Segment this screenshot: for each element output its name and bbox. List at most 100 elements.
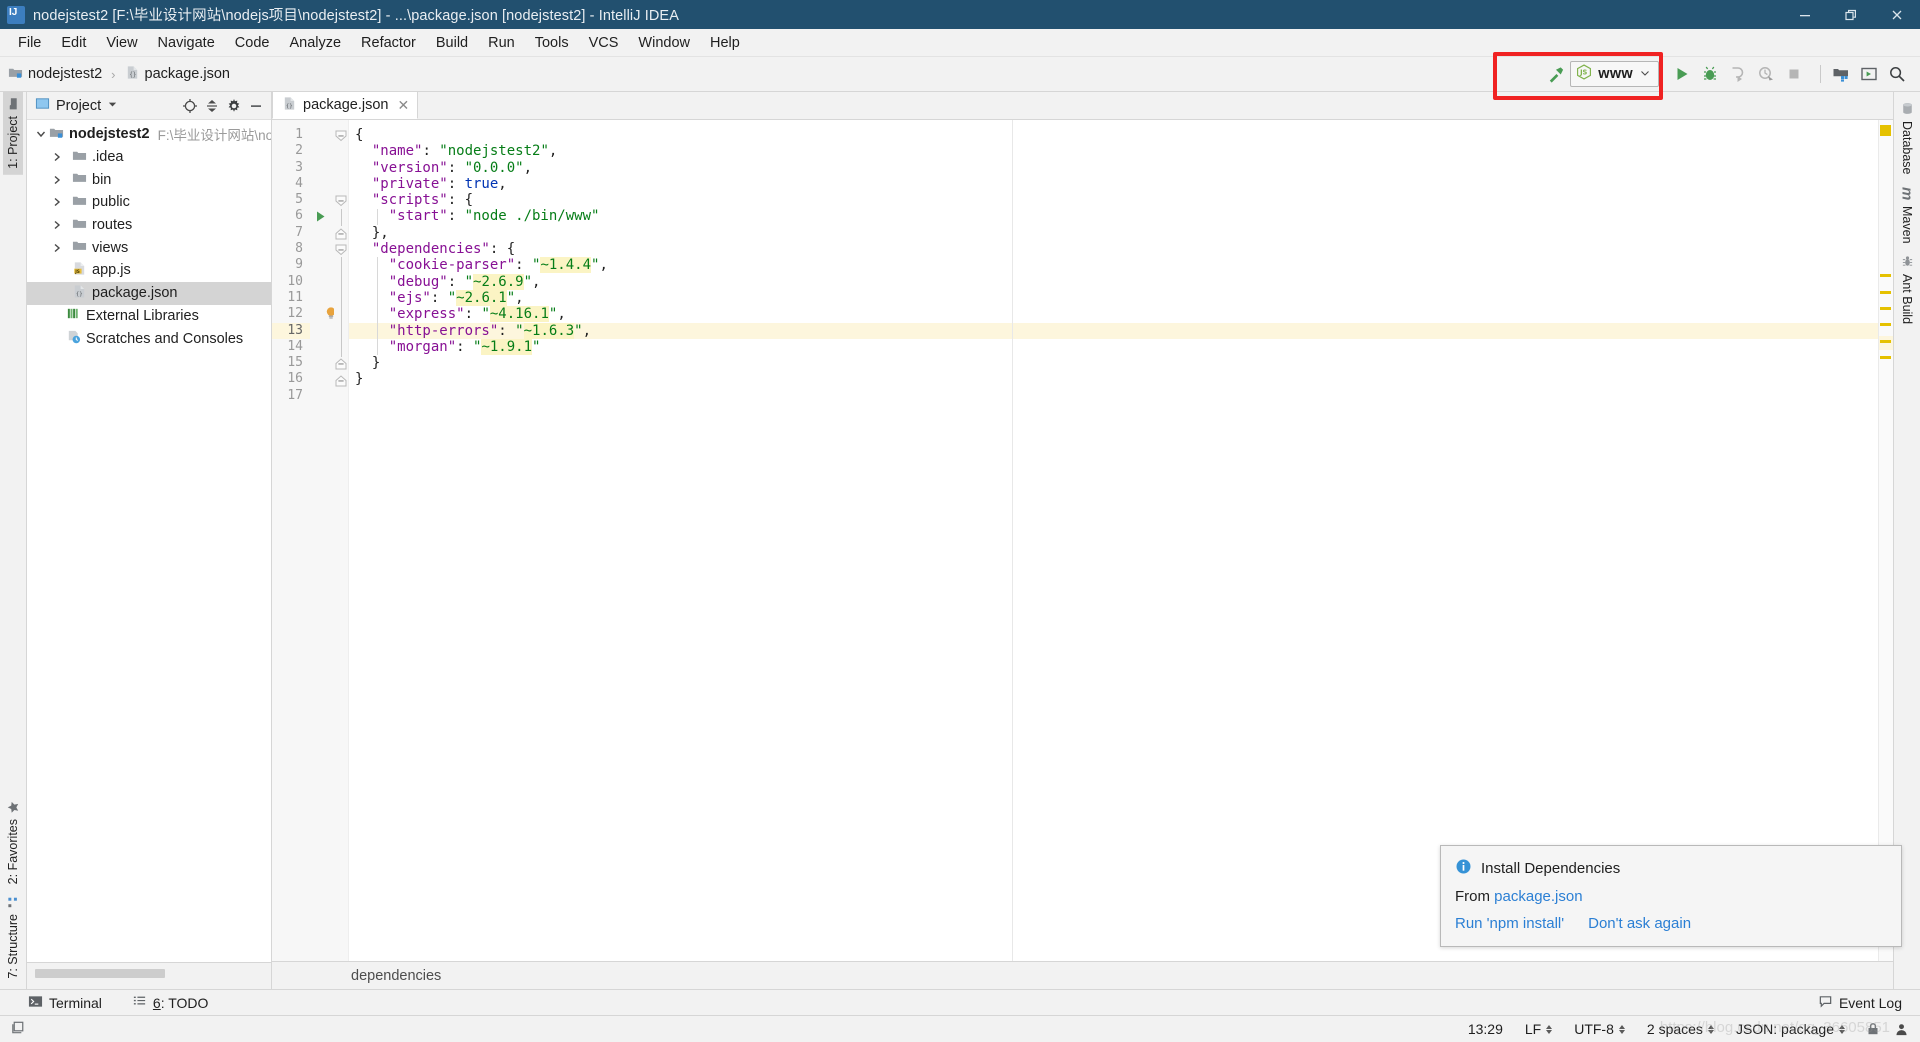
code-line[interactable]: "version": "0.0.0", bbox=[349, 160, 1878, 176]
run-npm-install-link[interactable]: Run 'npm install' bbox=[1455, 915, 1564, 932]
run-configuration-selector[interactable]: JS www bbox=[1570, 61, 1659, 87]
chevron-down-icon[interactable] bbox=[1639, 66, 1651, 83]
code-line[interactable]: "dependencies": { bbox=[349, 241, 1878, 257]
caret-position[interactable]: 13:29 bbox=[1468, 1021, 1503, 1037]
sidebar-item-ant-build[interactable]: Ant Build bbox=[1897, 249, 1917, 330]
code-line[interactable] bbox=[349, 388, 1878, 404]
code-line[interactable]: "scripts": { bbox=[349, 192, 1878, 208]
sidebar-item-database[interactable]: Database bbox=[1897, 96, 1917, 181]
chevron-collapsed-icon[interactable] bbox=[49, 197, 65, 207]
chevron-collapsed-icon[interactable] bbox=[49, 243, 65, 253]
build-hammer-icon[interactable] bbox=[1542, 61, 1568, 87]
code-line[interactable]: "debug": "~2.6.9", bbox=[349, 273, 1878, 290]
menu-navigate[interactable]: Navigate bbox=[148, 32, 225, 54]
breadcrumb-dependencies[interactable]: dependencies bbox=[351, 968, 441, 984]
tree-item-package-json[interactable]: {} package.json bbox=[27, 281, 271, 305]
sidebar-item-favorites[interactable]: 2: Favorites bbox=[3, 795, 23, 890]
tree-item-app-js[interactable]: JS app.js bbox=[27, 259, 271, 282]
code-line[interactable]: "start": "node ./bin/www" bbox=[349, 208, 1878, 224]
markup-scrollbar[interactable] bbox=[1878, 120, 1893, 961]
tree-item-idea[interactable]: .idea bbox=[27, 146, 271, 169]
editor-gutter-icons[interactable] bbox=[310, 120, 336, 961]
install-dependencies-notification[interactable]: Install Dependencies From package.json R… bbox=[1440, 845, 1902, 947]
sidebar-item-maven[interactable]: m Maven bbox=[1896, 181, 1919, 250]
fold-expand-icon[interactable] bbox=[335, 129, 347, 146]
fold-collapse-icon[interactable] bbox=[335, 227, 347, 244]
chevron-down-icon[interactable] bbox=[107, 97, 118, 114]
dont-ask-again-link[interactable]: Don't ask again bbox=[1588, 915, 1691, 932]
markup-warning-stripe[interactable] bbox=[1880, 323, 1891, 327]
menu-view[interactable]: View bbox=[96, 32, 147, 54]
editor-tab-package-json[interactable]: {} package.json ✕ bbox=[272, 91, 419, 119]
debug-bug-icon[interactable] bbox=[1697, 61, 1723, 87]
hide-panel-button[interactable] bbox=[245, 95, 267, 117]
chevron-collapsed-icon[interactable] bbox=[49, 175, 65, 185]
project-tree[interactable]: nodejstest2 F:\毕业设计网站\nodej .idea bbox=[27, 120, 271, 962]
code-line[interactable]: "ejs": "~2.6.1", bbox=[349, 289, 1878, 306]
tree-item-public[interactable]: public bbox=[27, 191, 271, 214]
notification-source-link[interactable]: package.json bbox=[1494, 888, 1582, 905]
code-content[interactable]: { "name": "nodejstest2", "version": "0.0… bbox=[349, 120, 1878, 961]
tree-item-nodejstest2[interactable]: nodejstest2 F:\毕业设计网站\nodej bbox=[27, 123, 271, 146]
markup-warning-stripe[interactable] bbox=[1880, 274, 1891, 278]
menu-edit[interactable]: Edit bbox=[51, 32, 96, 54]
inspection-status-box[interactable] bbox=[1880, 125, 1891, 136]
markup-warning-stripe[interactable] bbox=[1880, 355, 1891, 359]
gear-icon[interactable] bbox=[223, 95, 245, 117]
app-state-icon[interactable] bbox=[10, 1019, 27, 1039]
tool-window-terminal[interactable]: Terminal bbox=[28, 994, 102, 1012]
file-type[interactable]: JSON: package bbox=[1736, 1021, 1845, 1037]
restore-icon[interactable] bbox=[1828, 0, 1874, 29]
indent-setting[interactable]: 2 spaces bbox=[1647, 1021, 1714, 1037]
sidebar-item-structure[interactable]: 7: Structure bbox=[3, 890, 23, 985]
markup-warning-stripe[interactable] bbox=[1880, 290, 1891, 294]
sidebar-item-project[interactable]: 1: Project bbox=[3, 92, 23, 175]
breadcrumb-item-file[interactable]: package.json bbox=[145, 66, 230, 82]
code-line[interactable]: } bbox=[349, 371, 1878, 387]
tree-item-routes[interactable]: routes bbox=[27, 214, 271, 237]
menu-analyze[interactable]: Analyze bbox=[279, 32, 351, 54]
menu-help[interactable]: Help bbox=[700, 32, 750, 54]
code-line[interactable]: "morgan": "~1.9.1" bbox=[349, 338, 1878, 355]
tree-item-external-libraries[interactable]: External Libraries bbox=[27, 305, 271, 328]
tree-item-scratches-and-consoles[interactable]: Scratches and Consoles bbox=[27, 327, 271, 350]
fold-collapse-icon[interactable] bbox=[335, 374, 347, 391]
lock-icon[interactable] bbox=[1865, 1021, 1881, 1037]
console-window-icon[interactable] bbox=[1856, 61, 1882, 87]
menu-window[interactable]: Window bbox=[628, 32, 700, 54]
chevron-expanded-icon[interactable] bbox=[33, 129, 49, 139]
horizontal-scrollbar[interactable] bbox=[35, 969, 165, 978]
markup-warning-stripe[interactable] bbox=[1880, 307, 1891, 310]
chevron-collapsed-icon[interactable] bbox=[49, 152, 65, 162]
chevron-collapsed-icon[interactable] bbox=[49, 220, 65, 230]
menu-run[interactable]: Run bbox=[478, 32, 525, 54]
tree-item-bin[interactable]: bin bbox=[27, 168, 271, 191]
close-icon[interactable]: ✕ bbox=[397, 97, 409, 114]
code-line[interactable]: { bbox=[349, 127, 1878, 143]
collapse-all-button[interactable] bbox=[201, 95, 223, 117]
event-log-button[interactable]: Event Log bbox=[1818, 994, 1902, 1012]
code-folding-gutter[interactable] bbox=[334, 120, 349, 961]
run-play-icon[interactable] bbox=[1669, 61, 1695, 87]
code-line[interactable]: "express": "~4.16.1", bbox=[349, 306, 1878, 323]
run-script-gutter-icon[interactable] bbox=[314, 210, 327, 227]
breadcrumb-item-project[interactable]: nodejstest2 bbox=[28, 66, 102, 82]
menu-file[interactable]: File bbox=[8, 32, 51, 54]
minimize-icon[interactable] bbox=[1782, 0, 1828, 29]
line-separator[interactable]: LF bbox=[1525, 1021, 1553, 1037]
code-line[interactable]: "name": "nodejstest2", bbox=[349, 143, 1878, 159]
code-line[interactable]: "cookie-parser": "~1.4.4", bbox=[349, 257, 1878, 274]
markup-warning-stripe[interactable] bbox=[1880, 339, 1891, 343]
close-icon[interactable] bbox=[1874, 0, 1920, 29]
scroll-from-source-button[interactable] bbox=[179, 95, 201, 117]
search-icon[interactable] bbox=[1884, 61, 1910, 87]
menu-code[interactable]: Code bbox=[225, 32, 280, 54]
fold-collapse-icon[interactable] bbox=[335, 357, 347, 374]
code-line[interactable]: } bbox=[349, 355, 1878, 371]
file-encoding[interactable]: UTF-8 bbox=[1574, 1021, 1625, 1037]
menu-build[interactable]: Build bbox=[426, 32, 478, 54]
menu-refactor[interactable]: Refactor bbox=[351, 32, 426, 54]
tool-window-todo[interactable]: 6: TODO bbox=[132, 994, 208, 1012]
code-line[interactable]: "private": true, bbox=[349, 176, 1878, 192]
code-line[interactable]: "http-errors": "~1.6.3", bbox=[349, 322, 1878, 339]
